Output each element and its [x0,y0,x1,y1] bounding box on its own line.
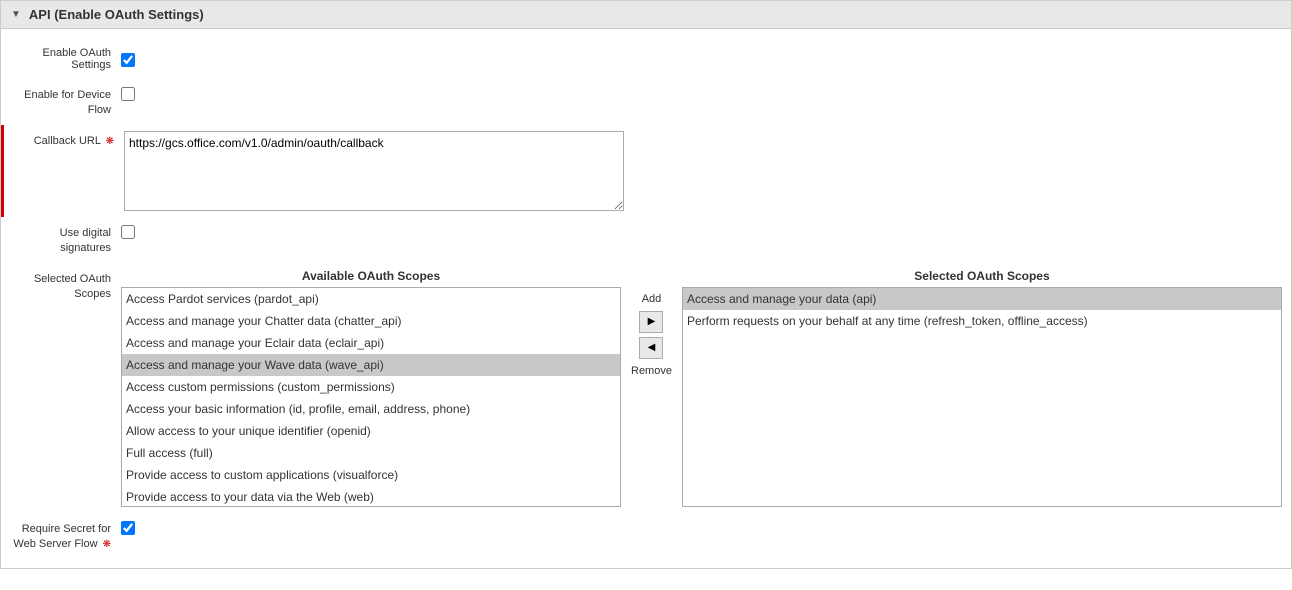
add-remove-buttons-container: Add ▶ ◀ Remove [625,293,678,377]
enable-oauth-row: Enable OAuth Settings [1,39,1291,79]
oauth-scopes-content: Available OAuth Scopes Access Pardot ser… [121,269,1282,507]
enable-oauth-label: Enable OAuth Settings [11,47,121,71]
oauth-scopes-row: Selected OAuth Scopes Available OAuth Sc… [1,263,1291,513]
device-flow-label: Enable for Device Flow [11,85,121,119]
selected-scopes-container: Selected OAuth Scopes Access and manage … [682,269,1282,507]
enable-oauth-checkbox[interactable] [121,53,135,67]
available-scope-item[interactable]: Access and manage your Eclair data (ecla… [122,332,620,354]
require-secret-checkbox[interactable] [121,521,135,535]
callback-url-input[interactable] [124,131,624,211]
selected-scopes-list[interactable]: Access and manage your data (api)Perform… [682,287,1282,507]
available-scope-item[interactable]: Full access (full) [122,442,620,464]
remove-label: Remove [631,365,672,377]
available-scope-item[interactable]: Access custom permissions (custom_permis… [122,376,620,398]
selected-scope-item[interactable]: Perform requests on your behalf at any t… [683,310,1281,332]
require-secret-row: Require Secret for Web Server Flow ❋ [1,513,1291,559]
available-scope-item[interactable]: Provide access to custom applications (v… [122,464,620,486]
section-title: API (Enable OAuth Settings) [29,7,204,22]
digital-signatures-row: Use digital signatures [1,217,1291,263]
callback-url-row: Callback URL ❋ [1,125,1291,217]
add-scope-button[interactable]: ▶ [639,311,663,333]
device-flow-row: Enable for Device Flow [1,79,1291,125]
device-flow-checkbox[interactable] [121,87,135,101]
form-container: Enable OAuth Settings Enable for Device … [0,29,1292,569]
callback-url-label: Callback URL ❋ [14,131,124,149]
selected-scopes-label: Selected OAuth Scopes [914,269,1049,283]
callback-url-required: ❋ [106,136,114,147]
available-scopes-list[interactable]: Access Pardot services (pardot_api)Acces… [121,287,621,507]
available-scopes-container: Available OAuth Scopes Access Pardot ser… [121,269,621,507]
enable-oauth-control [121,51,1281,67]
remove-scope-button[interactable]: ◀ [639,337,663,359]
require-secret-info-icon: ❋ [103,539,111,550]
section-header[interactable]: ▼ API (Enable OAuth Settings) [0,0,1292,29]
digital-signatures-label: Use digital signatures [11,223,121,257]
oauth-scopes-label: Selected OAuth Scopes [11,269,121,303]
collapse-arrow-icon[interactable]: ▼ [11,9,21,20]
device-flow-control [121,85,1281,101]
add-label: Add [642,293,662,305]
available-scope-item[interactable]: Allow access to your unique identifier (… [122,420,620,442]
available-scopes-label: Available OAuth Scopes [302,269,440,283]
require-secret-control [121,519,1281,535]
available-scope-item[interactable]: Access Pardot services (pardot_api) [122,288,620,310]
available-scope-item[interactable]: Provide access to your data via the Web … [122,486,620,507]
available-scope-item[interactable]: Access and manage your Wave data (wave_a… [122,354,620,376]
digital-signatures-control [121,223,1281,239]
require-secret-label: Require Secret for Web Server Flow ❋ [11,519,121,553]
available-scope-item[interactable]: Access your basic information (id, profi… [122,398,620,420]
selected-scope-item[interactable]: Access and manage your data (api) [683,288,1281,310]
digital-signatures-checkbox[interactable] [121,225,135,239]
callback-url-control [124,131,1281,211]
available-scope-item[interactable]: Access and manage your Chatter data (cha… [122,310,620,332]
